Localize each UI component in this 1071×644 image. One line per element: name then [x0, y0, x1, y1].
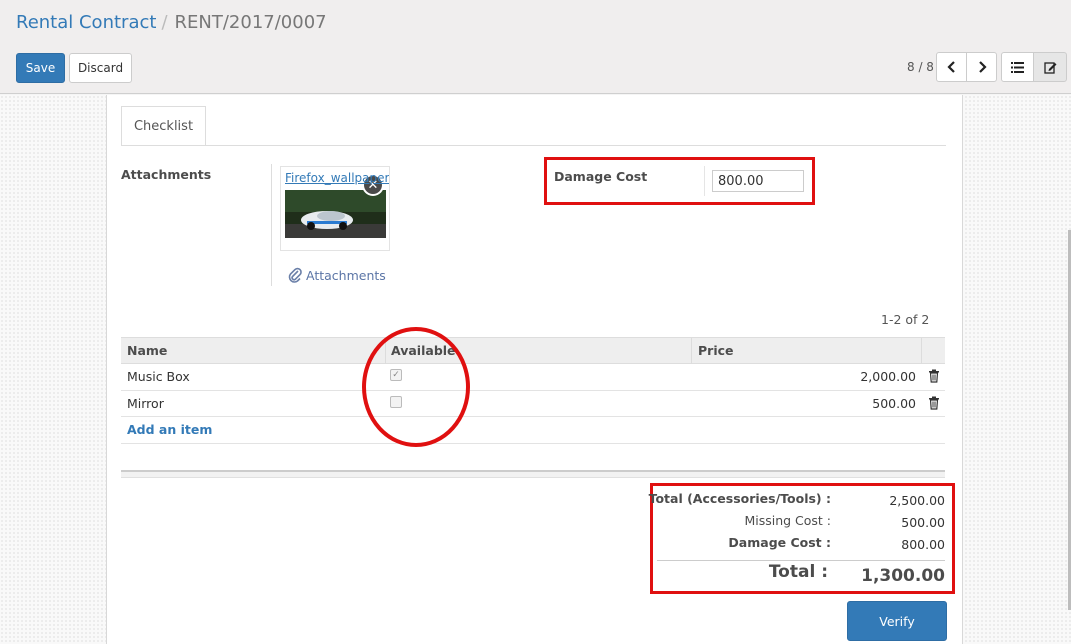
- pager-next-button[interactable]: [966, 52, 997, 82]
- add-item-link[interactable]: Add an item: [127, 422, 212, 437]
- add-attachments-link[interactable]: Attachments: [288, 267, 386, 283]
- table-header: [121, 337, 945, 364]
- discard-button[interactable]: Discard: [69, 53, 132, 83]
- attachment-thumbnail[interactable]: Firefox_wallpaper.png: [280, 166, 390, 251]
- row-price[interactable]: 500.00: [816, 396, 916, 411]
- column-header-name[interactable]: Name: [127, 343, 167, 358]
- grand-total-value: 1,300.00: [861, 566, 945, 586]
- chevron-left-icon: [946, 61, 955, 73]
- damage-cost-input[interactable]: [712, 170, 804, 192]
- verify-button[interactable]: Verify: [847, 601, 947, 641]
- grand-total-label: Total :: [768, 562, 828, 582]
- row-divider: [121, 390, 945, 391]
- column-header-price[interactable]: Price: [698, 343, 734, 358]
- tab-divider: [121, 145, 946, 146]
- damage-cost-label: Damage Cost: [554, 169, 648, 184]
- form-view-button[interactable]: [1033, 52, 1067, 82]
- trash-icon[interactable]: [928, 369, 940, 383]
- total-accessories-value: 2,500.00: [889, 493, 945, 508]
- attachments-label: Attachments: [121, 167, 212, 182]
- list-view-button[interactable]: [1001, 52, 1034, 82]
- attachments-link-label: Attachments: [306, 267, 386, 283]
- annotation-circle-available: [362, 327, 470, 447]
- breadcrumb: Rental Contract / RENT/2017/0007: [16, 12, 327, 33]
- save-button[interactable]: Save: [16, 53, 65, 83]
- breadcrumb-current: RENT/2017/0007: [174, 12, 327, 33]
- pager-value[interactable]: 8 / 8: [907, 60, 934, 74]
- row-name[interactable]: Mirror: [127, 396, 164, 411]
- table-bottom-border: [121, 443, 945, 444]
- breadcrumb-separator: /: [161, 12, 168, 33]
- chevron-right-icon: [978, 61, 987, 73]
- damage-cost-total-value: 800.00: [901, 537, 945, 552]
- row-name[interactable]: Music Box: [127, 369, 190, 384]
- list-icon: [1011, 61, 1024, 73]
- row-divider: [121, 416, 945, 417]
- row-price[interactable]: 2,000.00: [816, 369, 916, 384]
- list-pager[interactable]: 1-2 of 2: [881, 312, 929, 327]
- edit-icon: [1043, 61, 1056, 74]
- damage-cost-total-label: Damage Cost :: [728, 535, 831, 550]
- missing-cost-label: Missing Cost :: [744, 513, 831, 528]
- pager-previous-button[interactable]: [936, 52, 967, 82]
- paperclip-icon: [288, 267, 302, 283]
- attachments-divider: [271, 164, 272, 286]
- attachment-file-link[interactable]: Firefox_wallpaper.png: [285, 170, 389, 186]
- damage-cost-divider: [704, 166, 705, 196]
- trash-icon[interactable]: [928, 396, 940, 410]
- attachment-preview-image: [285, 190, 386, 238]
- tab-checklist[interactable]: Checklist: [121, 106, 206, 146]
- control-panel: Rental Contract / RENT/2017/0007 Save Disc…: [0, 0, 1071, 94]
- section-separator: [121, 470, 945, 478]
- column-separator: [921, 338, 922, 364]
- missing-cost-value: 500.00: [901, 515, 945, 530]
- column-separator: [691, 338, 692, 364]
- totals-divider: [657, 560, 945, 561]
- total-accessories-label: Total (Accessories/Tools) :: [648, 491, 831, 506]
- breadcrumb-parent-link[interactable]: Rental Contract: [16, 12, 156, 33]
